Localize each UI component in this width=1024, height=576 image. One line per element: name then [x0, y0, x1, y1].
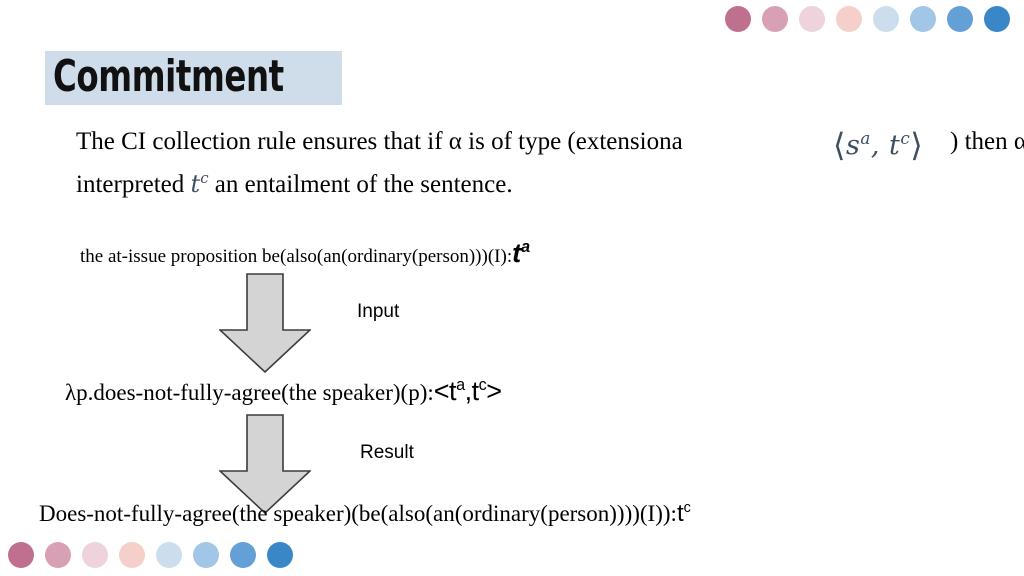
type-base-1: t — [449, 376, 457, 406]
formula-step-2-type: <ta,tc> — [434, 376, 502, 406]
formula-step-1: the at-issue proposition be(also(an(ordi… — [80, 238, 530, 269]
decorative-dot — [873, 6, 899, 32]
paragraph-line-1-text-a: The CI collection rule ensures that if α… — [76, 128, 683, 155]
angle-bracket-close-icon: ⟩ — [910, 126, 924, 164]
block-arrow-down-result-icon — [217, 414, 313, 515]
decorative-dot — [947, 6, 973, 32]
page-title: Commitment — [45, 51, 343, 105]
decorative-dot — [156, 542, 182, 568]
formula-step-1-type: ta — [512, 238, 530, 268]
decorative-dot — [725, 6, 751, 32]
decorative-dot-row-bottom — [8, 542, 293, 568]
type-notation-sa-tc: ⟨sa, tc⟩ — [833, 120, 923, 164]
slide-canvas: { "slide": { "title": "Commitment", "tit… — [0, 0, 1024, 576]
paragraph-line-2-text-b: an entailment of the sentence. — [208, 171, 513, 198]
title-highlight-box: Commitment — [45, 51, 343, 105]
decorative-dot — [8, 542, 34, 568]
formula-step-3-type-base: t — [676, 500, 684, 527]
decorative-dot — [984, 6, 1010, 32]
formula-step-1-type-superscript: a — [521, 238, 531, 256]
decorative-dot — [799, 6, 825, 32]
formula-step-1-text: the at-issue proposition be(also(an(ordi… — [80, 246, 513, 267]
math-term-s-superscript: a — [860, 128, 871, 148]
decorative-dot — [910, 6, 936, 32]
decorative-dot — [762, 6, 788, 32]
formula-step-3-type-superscript: c — [683, 500, 691, 516]
formula-step-2-text: λp.does-not-fully-agree(the speaker)(p): — [65, 380, 434, 405]
arrow-label-result: Result — [360, 442, 414, 463]
tc-superscript: c — [200, 169, 209, 187]
paragraph-line-2: interpreted tc an entailment of the sent… — [76, 160, 1016, 203]
math-separator: , — [870, 130, 880, 161]
type-angle-close: > — [486, 376, 502, 406]
formula-step-2: λp.does-not-fully-agree(the speaker)(p):… — [65, 376, 502, 407]
body-paragraph: The CI collection rule ensures that if α… — [76, 124, 1024, 203]
type-notation-tc-inline: tc — [190, 169, 209, 198]
formula-step-3-text: Does-not-fully-agree(the speaker)(be(als… — [39, 501, 677, 526]
paragraph-line-1-text-b: ) then α is — [950, 128, 1024, 155]
math-term-t-superscript: c — [900, 128, 911, 148]
formula-step-1-type-base: t — [512, 238, 522, 268]
math-term-t: t — [889, 130, 901, 161]
arrow-label-input: Input — [357, 301, 400, 322]
tc-base: t — [190, 170, 201, 198]
formula-step-3-type: tc — [677, 500, 691, 527]
arrow-down-shape-2 — [217, 414, 313, 515]
angle-bracket-open-icon: ⟨ — [833, 126, 846, 164]
decorative-dot — [267, 542, 293, 568]
formula-step-3: Does-not-fully-agree(the speaker)(be(als… — [39, 500, 691, 528]
decorative-dot — [119, 542, 145, 568]
decorative-dot-row-top — [725, 6, 1010, 32]
type-sup-1: a — [456, 376, 465, 394]
math-term-s: s — [845, 130, 861, 161]
arrow-down-shape — [217, 273, 313, 374]
type-sep: , — [464, 376, 473, 406]
paragraph-line-2-text-a: interpreted — [76, 171, 191, 198]
type-base-2: t — [471, 376, 480, 406]
decorative-dot — [45, 542, 71, 568]
page-title-text: Commitment — [53, 51, 284, 102]
decorative-dot — [230, 542, 256, 568]
block-arrow-down-input-icon — [217, 273, 313, 374]
decorative-dot — [193, 542, 219, 568]
decorative-dot — [82, 542, 108, 568]
type-angle-open: < — [433, 376, 450, 406]
decorative-dot — [836, 6, 862, 32]
paragraph-line-1: The CI collection rule ensures that if α… — [76, 124, 1024, 163]
